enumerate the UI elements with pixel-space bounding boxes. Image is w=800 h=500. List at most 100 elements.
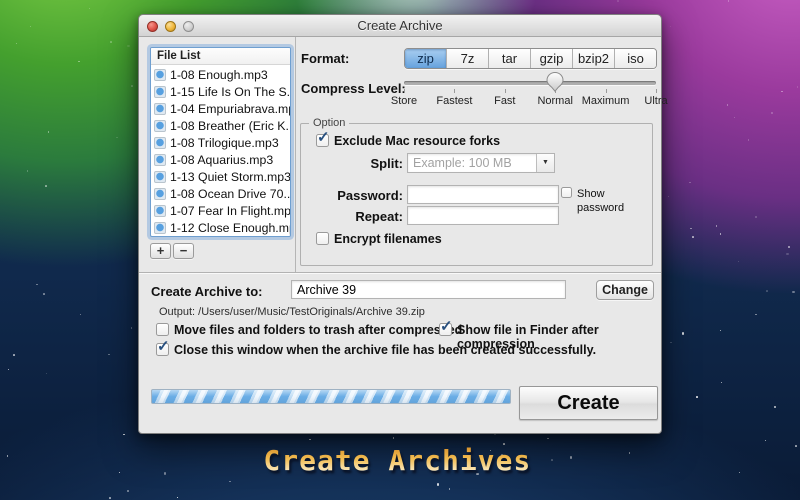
star: [449, 488, 451, 490]
checkbox-box: [561, 187, 572, 198]
list-item[interactable]: 1-12 Close Enough.mp3: [151, 219, 290, 236]
slider-tick: [404, 89, 405, 93]
archive-name-field[interactable]: [291, 280, 566, 299]
star: [629, 452, 631, 454]
list-item[interactable]: 1-08 Aquarius.mp3: [151, 151, 290, 168]
star: [670, 342, 672, 344]
star: [781, 91, 783, 93]
file-name: 1-07 Fear In Flight.mp3: [170, 204, 291, 218]
star: [437, 483, 440, 486]
horizontal-divider: [139, 272, 661, 273]
star: [728, 0, 730, 2]
file-name: 1-15 Life Is On The S...: [170, 85, 291, 99]
list-item[interactable]: 1-08 Ocean Drive 70...: [151, 185, 290, 202]
format-segment-gzip[interactable]: gzip: [531, 49, 573, 68]
star: [739, 472, 741, 474]
checkbox-exclude-forks[interactable]: Exclude Mac resource forks: [316, 134, 500, 148]
split-combobox[interactable]: Example: 100 MB ▼: [407, 153, 555, 173]
chevron-down-icon[interactable]: ▼: [536, 154, 554, 172]
format-segment-bzip2[interactable]: bzip2: [573, 49, 615, 68]
change-button[interactable]: Change: [596, 280, 654, 300]
slider-tick-label: Fastest: [436, 95, 472, 107]
star: [131, 85, 133, 87]
star: [570, 456, 573, 459]
slider-thumb[interactable]: [547, 72, 564, 95]
create-button[interactable]: Create: [519, 386, 658, 420]
star: [89, 8, 91, 10]
list-item[interactable]: 1-07 Fear In Flight.mp3: [151, 202, 290, 219]
checkbox-show-password[interactable]: Show password: [561, 187, 652, 215]
star: [797, 86, 799, 88]
repeat-field[interactable]: [407, 206, 559, 225]
slider-tick-label: Store: [391, 95, 417, 107]
list-item[interactable]: 1-15 Life Is On The S...: [151, 83, 290, 100]
star: [748, 139, 750, 141]
format-segment-zip[interactable]: zip: [405, 49, 447, 68]
star: [551, 459, 553, 461]
star: [755, 216, 758, 219]
star: [786, 253, 789, 256]
list-item[interactable]: 1-04 Empuriabrava.mp3: [151, 100, 290, 117]
file-name: 1-12 Close Enough.mp3: [170, 221, 291, 235]
star: [547, 438, 549, 440]
star: [16, 43, 18, 45]
checkbox-move-to-trash[interactable]: Move files and folders to trash after co…: [156, 323, 462, 337]
star: [119, 472, 121, 474]
star: [765, 440, 767, 442]
audio-file-icon: [154, 171, 166, 183]
slider-tick: [656, 89, 657, 93]
file-list[interactable]: File List 1-08 Enough.mp3 1-15 Life Is On…: [150, 47, 291, 237]
slider-tick-label: Normal: [537, 95, 572, 107]
star: [30, 26, 32, 28]
file-name: 1-04 Empuriabrava.mp3: [170, 102, 291, 116]
add-file-button[interactable]: +: [150, 243, 171, 259]
compress-level-slider[interactable]: StoreFastestFastNormalMaximumUltra: [404, 73, 656, 117]
star: [720, 233, 722, 235]
format-segment-iso[interactable]: iso: [615, 49, 656, 68]
audio-file-icon: [154, 205, 166, 217]
star: [788, 246, 791, 249]
checkbox-box: [156, 343, 169, 356]
format-segmented-control: zip7ztargzipbzip2iso: [404, 48, 657, 69]
format-segment-tar[interactable]: tar: [489, 49, 531, 68]
list-item[interactable]: 1-13 Quiet Storm.mp3: [151, 168, 290, 185]
checkbox-label: Show password: [577, 187, 652, 215]
checkbox-encrypt-filenames[interactable]: Encrypt filenames: [316, 232, 442, 246]
star: [7, 455, 9, 457]
file-list-header: File List: [151, 48, 290, 65]
checkbox-close-window[interactable]: Close this window when the archive file …: [156, 343, 596, 357]
output-path: Output: /Users/user/Music/TestOriginals/…: [159, 306, 425, 318]
star: [738, 261, 740, 263]
star: [720, 330, 722, 332]
list-item[interactable]: 1-08 Trilogique.mp3: [151, 134, 290, 151]
progress-bar: [151, 389, 511, 404]
checkbox-box: [439, 323, 452, 336]
slider-tick: [454, 89, 455, 93]
titlebar[interactable]: Create Archive: [139, 15, 661, 37]
star: [43, 293, 45, 295]
star: [766, 290, 768, 292]
star: [755, 314, 757, 316]
compress-level-label: Compress Level:: [301, 81, 406, 96]
slider-tick: [606, 89, 607, 93]
remove-file-button[interactable]: −: [173, 243, 194, 259]
star: [727, 104, 729, 106]
star: [46, 373, 48, 375]
list-item[interactable]: 1-08 Breather (Eric K...: [151, 117, 290, 134]
file-name: 1-08 Enough.mp3: [170, 68, 268, 82]
checkbox-box: [156, 323, 169, 336]
star: [27, 170, 29, 172]
star: [309, 439, 311, 441]
list-item[interactable]: 1-08 Enough.mp3: [151, 66, 290, 83]
format-segment-7z[interactable]: 7z: [447, 49, 489, 68]
slider-track[interactable]: [404, 81, 656, 85]
star: [393, 437, 395, 439]
star: [36, 284, 38, 286]
password-field[interactable]: [407, 185, 559, 204]
checkbox-label: Close this window when the archive file …: [174, 343, 596, 357]
window-title: Create Archive: [139, 18, 661, 33]
audio-file-icon: [154, 103, 166, 115]
audio-file-icon: [154, 154, 166, 166]
star: [8, 369, 10, 371]
star: [110, 41, 112, 43]
